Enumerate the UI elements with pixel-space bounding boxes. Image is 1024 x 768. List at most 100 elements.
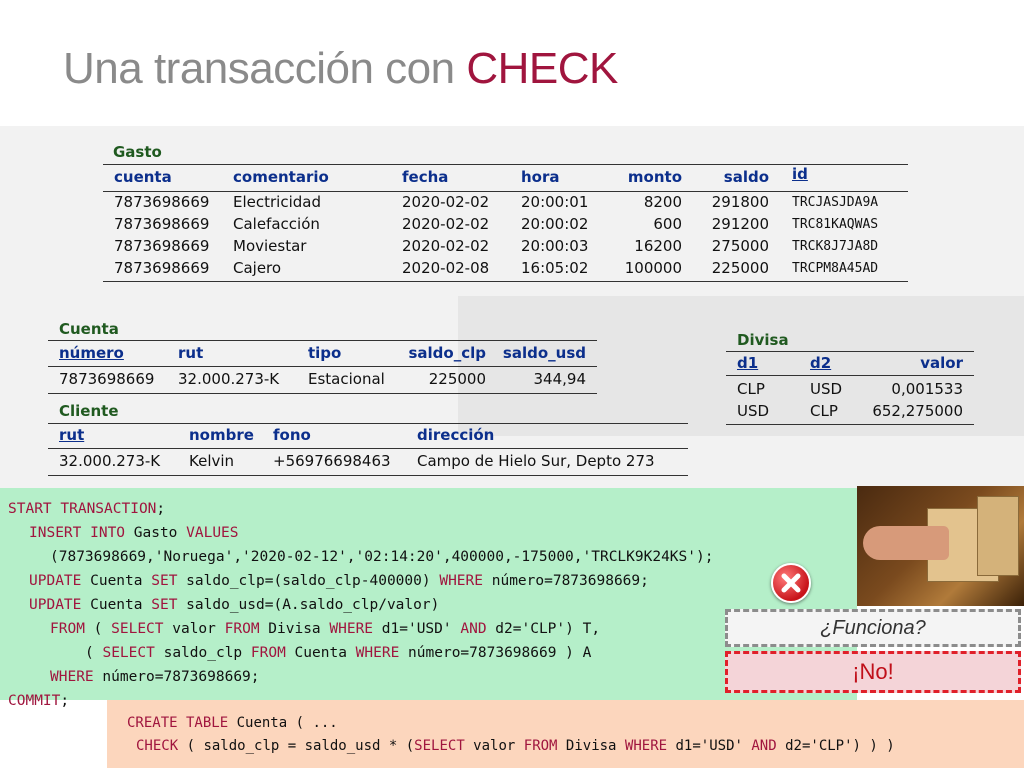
cliente-top-rule [48, 423, 688, 424]
divisa-cell: 0,001533 [891, 380, 963, 398]
sql-text: Cuenta [81, 597, 152, 613]
gasto-cell: 20:00:03 [521, 237, 589, 255]
sql-keyword: SET [151, 573, 178, 589]
code-line-1: START TRANSACTION; [8, 501, 165, 517]
sql-text: saldo_clp=(saldo_clp-400000) [177, 573, 440, 589]
divisa-cell: USD [810, 380, 843, 398]
sql-text: (7873698669,'Noruega','2020-02-12','02:1… [50, 549, 714, 565]
sql-keyword: FROM [250, 645, 286, 661]
x-circle-icon [771, 563, 811, 603]
x-mark-icon [781, 573, 801, 593]
sql-text: Cuenta [285, 645, 356, 661]
answer-box: ¡No! [725, 651, 1021, 693]
cliente-header-fono: fono [273, 426, 311, 444]
divisa-header-d1: d1 [737, 354, 759, 372]
code-line-4: UPDATE Cuenta SET saldo_clp=(saldo_clp-4… [29, 573, 649, 589]
gasto-cell: TRC81KAQWAS [792, 217, 879, 232]
cliente-cell: 32.000.273-K [59, 452, 161, 470]
cuenta-cell: Estacional [308, 370, 385, 388]
sql-keyword: UPDATE [29, 597, 82, 613]
divisa-header-valor: valor [920, 354, 963, 372]
sql-keyword: START TRANSACTION [8, 501, 157, 517]
sql-text: ; [156, 501, 166, 517]
cuenta-header-saldo-usd: saldo_usd [502, 344, 586, 362]
sql-text: ( saldo_clp = saldo_usd * ( [178, 738, 415, 754]
gasto-cell: Cajero [233, 259, 282, 277]
gasto-cell: 2020-02-08 [402, 259, 490, 277]
sql-keyword: SELECT [414, 738, 465, 754]
sql-text: valor [163, 621, 225, 637]
cuenta-cell: 225000 [428, 370, 486, 388]
gasto-cell: Electricidad [233, 193, 321, 211]
gasto-header-comentario: comentario [233, 168, 329, 186]
cliente-header-rut: rut [59, 426, 85, 444]
sql-text: saldo_clp [154, 645, 251, 661]
gasto-cell: 600 [653, 215, 682, 233]
code-line-9: COMMIT; [8, 693, 69, 709]
gasto-cell: TRCPM8A45AD [792, 261, 879, 276]
gasto-cell: Calefacción [233, 215, 320, 233]
title-text: Una transacción con [63, 44, 467, 93]
wooden-box-side-shape [977, 496, 1019, 576]
hand-shape [863, 526, 949, 560]
sql-text: número=7873698669; [483, 573, 649, 589]
sql-text: ( [85, 645, 103, 661]
sql-text: número=7873698669; [93, 669, 260, 685]
divisa-cell: CLP [810, 402, 838, 420]
divisa-table-name: Divisa [737, 331, 789, 349]
sql-text: ; [60, 693, 70, 709]
code-line-3: (7873698669,'Noruega','2020-02-12','02:1… [50, 549, 713, 565]
gasto-table-name: Gasto [113, 143, 162, 161]
gasto-bottom-rule [103, 281, 908, 282]
divisa-cell: 652,275000 [872, 402, 963, 420]
sql-text: valor [464, 738, 524, 754]
gasto-cell: 100000 [624, 259, 682, 277]
cliente-bottom-rule [48, 475, 688, 476]
gasto-header-fecha: fecha [402, 168, 449, 186]
cliente-table-name: Cliente [59, 402, 119, 420]
gasto-cell: 7873698669 [114, 237, 210, 255]
cuenta-cell: 32.000.273-K [178, 370, 280, 388]
gasto-cell: 291200 [711, 215, 769, 233]
sql-keyword: CREATE TABLE [127, 715, 229, 731]
gasto-cell: 7873698669 [114, 215, 210, 233]
gasto-cell: 20:00:02 [521, 215, 589, 233]
sql-text: saldo_usd=(A.saldo_clp/valor) [177, 597, 440, 613]
gasto-cell: 16200 [634, 237, 682, 255]
sql-text: Divisa [259, 621, 330, 637]
hand-on-box-image [857, 486, 1024, 606]
gasto-header-monto: monto [627, 168, 682, 186]
cliente-header-nombre: nombre [189, 426, 254, 444]
check-constraint-block: CREATE TABLE Cuenta ( ... CHECK ( saldo_… [107, 700, 1024, 768]
gasto-cell: 275000 [711, 237, 769, 255]
cliente-cell: Campo de Hielo Sur, Depto 273 [417, 452, 655, 470]
page-title: Una transacción con CHECK [63, 44, 618, 94]
sql-keyword: FROM [523, 738, 558, 754]
gasto-cell: 2020-02-02 [402, 193, 490, 211]
gasto-header-cuenta: cuenta [114, 168, 172, 186]
code-line-6: FROM ( SELECT valor FROM Divisa WHERE d1… [50, 621, 600, 637]
gasto-top-rule [103, 164, 908, 165]
gasto-cell: 2020-02-02 [402, 237, 490, 255]
sql-text: Gasto [125, 525, 187, 541]
sql-text: Divisa [557, 738, 625, 754]
sql-keyword: UPDATE [29, 573, 82, 589]
sql-text: Cuenta [81, 573, 152, 589]
cuenta-table-name: Cuenta [59, 320, 119, 338]
code-line-2: INSERT INTO Gasto VALUES [29, 525, 239, 541]
gasto-cell: 2020-02-02 [402, 215, 490, 233]
divisa-header-d2: d2 [810, 354, 832, 372]
sql-text: número=7873698669 ) A [399, 645, 592, 661]
cuenta-cell: 7873698669 [59, 370, 155, 388]
sql-keyword: VALUES [186, 525, 239, 541]
cuenta-top-rule [48, 340, 597, 341]
sql-keyword: COMMIT [8, 693, 61, 709]
cliente-header-rule [48, 448, 688, 449]
sql-keyword: FROM [50, 621, 85, 637]
sql-keyword: SELECT [111, 621, 164, 637]
question-box: ¿Funciona? [725, 609, 1021, 647]
gasto-cell: TRCK8J7JA8D [792, 239, 879, 254]
sql-keyword: FROM [224, 621, 260, 637]
divisa-cell: USD [737, 402, 770, 420]
sql-keyword: WHERE [50, 669, 94, 685]
